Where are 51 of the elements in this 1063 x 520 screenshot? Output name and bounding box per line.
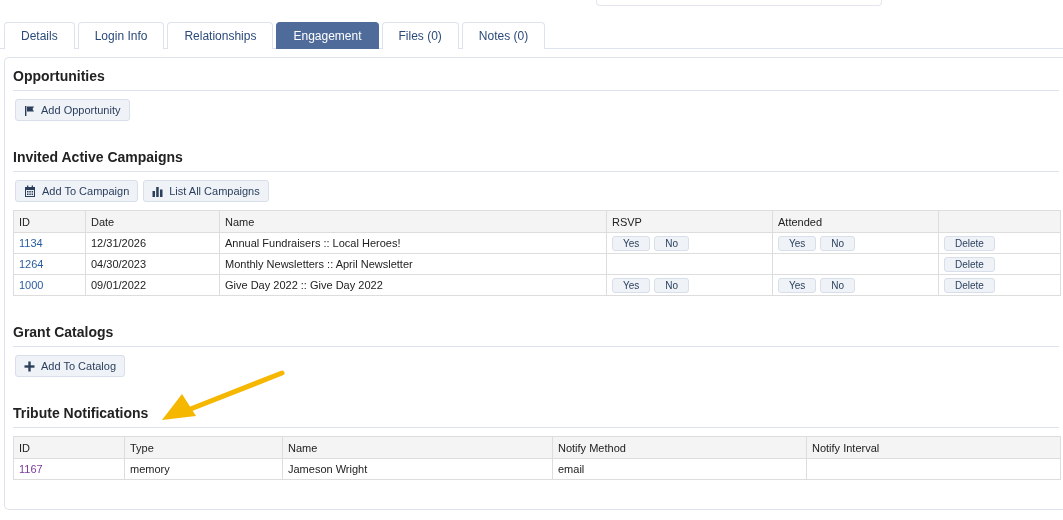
tab[interactable]: Files (0)	[381, 22, 459, 49]
id-link[interactable]: 1264	[19, 258, 44, 270]
column-header: ID	[13, 210, 86, 233]
section-heading: Grant Catalogs	[13, 322, 1059, 347]
tab[interactable]: Relationships	[167, 22, 274, 49]
delete-button[interactable]: Delete	[944, 277, 995, 293]
column-header: Type	[124, 436, 283, 459]
table-cell: 12/31/2026	[85, 232, 220, 254]
table-cell: 04/30/2023	[85, 253, 220, 275]
id-link[interactable]: 1134	[19, 237, 43, 249]
table-cell: Jameson Wright	[282, 458, 553, 480]
table-cell: 09/01/2022	[85, 274, 220, 296]
response-button[interactable]: Yes	[612, 277, 651, 293]
action-button[interactable]: Add Opportunity	[15, 99, 130, 121]
calendar-icon	[24, 185, 36, 197]
response-button[interactable]: Yes	[612, 235, 651, 251]
tab[interactable]: Engagement	[276, 22, 379, 49]
column-header: Name	[219, 210, 607, 233]
id-link[interactable]: 1167	[19, 463, 43, 475]
table-cell: Annual Fundraisers :: Local Heroes!	[219, 232, 607, 254]
action-button[interactable]: Add To Campaign	[15, 180, 139, 202]
delete-button[interactable]: Delete	[944, 256, 995, 272]
action-button[interactable]: List All Campaigns	[143, 180, 269, 202]
response-button[interactable]: No	[654, 235, 690, 251]
column-header: ID	[13, 436, 125, 459]
response-button[interactable]: No	[820, 235, 856, 251]
response-button[interactable]: Yes	[778, 235, 817, 251]
column-header: Name	[282, 436, 553, 459]
table-cell: email	[552, 458, 807, 480]
column-header: Attended	[772, 210, 939, 233]
section-heading: Opportunities	[13, 66, 1059, 91]
bar-chart-icon	[152, 185, 164, 197]
tab[interactable]: Login Info	[77, 22, 165, 49]
plus-icon	[24, 360, 35, 372]
delete-button[interactable]: Delete	[944, 235, 995, 251]
response-button[interactable]: No	[820, 277, 856, 293]
response-button[interactable]: Yes	[778, 277, 817, 293]
action-button[interactable]: Add To Catalog	[15, 355, 126, 377]
table-cell: Monthly Newsletters :: April Newsletter	[219, 253, 607, 275]
section-heading: Invited Active Campaigns	[13, 147, 1059, 172]
column-header: Notify Method	[552, 436, 807, 459]
flag-icon	[24, 104, 35, 116]
response-button[interactable]: No	[654, 277, 690, 293]
column-header: Notify Interval	[806, 436, 1061, 459]
column-header: RSVP	[606, 210, 773, 233]
tab[interactable]: Notes (0)	[461, 22, 546, 49]
table-cell: memory	[124, 458, 283, 480]
column-header: Date	[85, 210, 220, 233]
table-cell: Give Day 2022 :: Give Day 2022	[219, 274, 607, 296]
id-link[interactable]: 1000	[19, 279, 44, 291]
tab[interactable]: Details	[4, 22, 75, 49]
